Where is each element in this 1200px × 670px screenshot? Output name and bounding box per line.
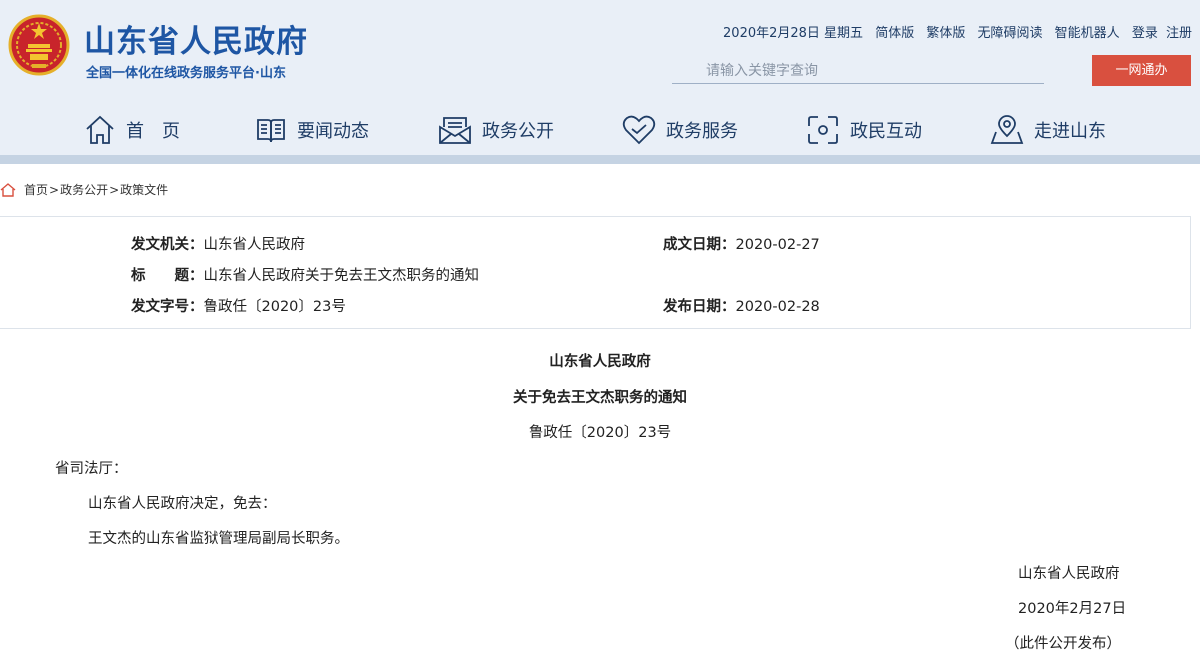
nav-item-interaction[interactable]: 政民互动 [806, 110, 922, 150]
link-accessible-reading[interactable]: 无障碍阅读 [978, 26, 1043, 41]
nav-label-interaction: 政民互动 [850, 121, 922, 142]
nav-label-home: 首 页 [126, 121, 180, 142]
link-simplified[interactable]: 简体版 [875, 26, 914, 41]
envelope-icon [439, 117, 471, 144]
meta-title: 标 题：山东省人民政府关于免去王文杰职务的通知 [131, 264, 479, 285]
nav-label-gov-services: 政务服务 [666, 121, 738, 142]
meta-published-label: 发布日期： [663, 299, 736, 315]
header-divider [0, 155, 1200, 164]
doc-heading-title: 关于免去王文杰职务的通知 [513, 390, 687, 406]
doc-paragraph: 山东省人民政府决定，免去： [88, 496, 277, 512]
doc-signature-date: 2020年2月27日 [1018, 601, 1127, 617]
interaction-icon [808, 116, 838, 144]
link-login[interactable]: 登录 [1132, 26, 1158, 41]
home-icon [0, 182, 16, 197]
doc-signature-org: 山东省人民政府 [1018, 566, 1120, 582]
breadcrumb-gov-affairs[interactable]: 政务公开 [60, 181, 108, 198]
top-links: 2020年2月28日 星期五 简体版 繁体版 无障碍阅读 智能机器人 登录 注册 [723, 22, 1192, 41]
doc-paragraph: 王文杰的山东省监狱管理局副局长职务。 [88, 531, 349, 547]
nav-item-gov-services[interactable]: 政务服务 [622, 110, 738, 150]
location-icon [990, 115, 1024, 144]
meta-created-label: 成文日期： [663, 237, 736, 253]
nav-label-news: 要闻动态 [297, 121, 369, 142]
onestop-button[interactable]: 一网通办 [1092, 55, 1191, 86]
meta-created-value: 2020-02-27 [735, 237, 820, 253]
nav-item-about-shandong[interactable]: 走进山东 [990, 110, 1106, 150]
home-icon [86, 115, 114, 144]
current-date: 2020年2月28日 星期五 [723, 26, 864, 41]
doc-heading-org: 山东省人民政府 [549, 354, 651, 370]
meta-title-label: 标 题： [131, 268, 204, 284]
national-emblem-icon [8, 14, 70, 76]
nav-item-home[interactable]: 首 页 [84, 110, 180, 150]
breadcrumb-separator: > [109, 182, 120, 197]
meta-published-date: 发布日期：2020-02-28 [663, 295, 820, 316]
link-smart-robot[interactable]: 智能机器人 [1055, 26, 1120, 41]
breadcrumb: 首页 > 政务公开 > 政策文件 [0, 181, 168, 198]
site-title[interactable]: 山东省人民政府 [84, 16, 308, 61]
nav-label-about-shandong: 走进山东 [1034, 121, 1106, 142]
meta-issuer-label: 发文机关： [131, 237, 204, 253]
breadcrumb-separator: > [49, 182, 60, 197]
breadcrumb-policy-docs[interactable]: 政策文件 [120, 181, 168, 198]
search-input[interactable] [672, 58, 1044, 84]
document-meta-box: 发文机关：山东省人民政府 成文日期：2020-02-27 标 题：山东省人民政府… [0, 216, 1191, 329]
meta-issuer-value: 山东省人民政府 [203, 237, 306, 253]
site-subtitle: 全国一体化在线政务服务平台·山东 [86, 66, 286, 81]
nav-item-gov-affairs[interactable]: 政务公开 [438, 110, 554, 150]
meta-docno-value: 鲁政任〔2020〕23号 [203, 299, 346, 315]
breadcrumb-home[interactable]: 首页 [24, 181, 48, 198]
meta-docno: 发文字号：鲁政任〔2020〕23号 [131, 295, 346, 316]
doc-addressee: 省司法厅： [55, 461, 128, 477]
heart-icon [622, 115, 656, 145]
book-icon [257, 119, 285, 143]
meta-title-value: 山东省人民政府关于免去王文杰职务的通知 [203, 268, 480, 284]
site-header: 山东省人民政府 全国一体化在线政务服务平台·山东 2020年2月28日 星期五 … [0, 0, 1200, 155]
meta-docno-label: 发文字号： [131, 299, 204, 315]
nav-item-news[interactable]: 要闻动态 [255, 110, 369, 150]
link-traditional[interactable]: 繁体版 [926, 26, 965, 41]
meta-issuer: 发文机关：山东省人民政府 [131, 233, 305, 254]
doc-number: 鲁政任〔2020〕23号 [528, 425, 672, 441]
link-register[interactable]: 注册 [1166, 26, 1192, 41]
nav-label-gov-affairs: 政务公开 [482, 121, 554, 142]
meta-published-value: 2020-02-28 [735, 299, 820, 315]
meta-created-date: 成文日期：2020-02-27 [663, 233, 820, 254]
doc-release-note: （此件公开发布） [1005, 636, 1121, 652]
